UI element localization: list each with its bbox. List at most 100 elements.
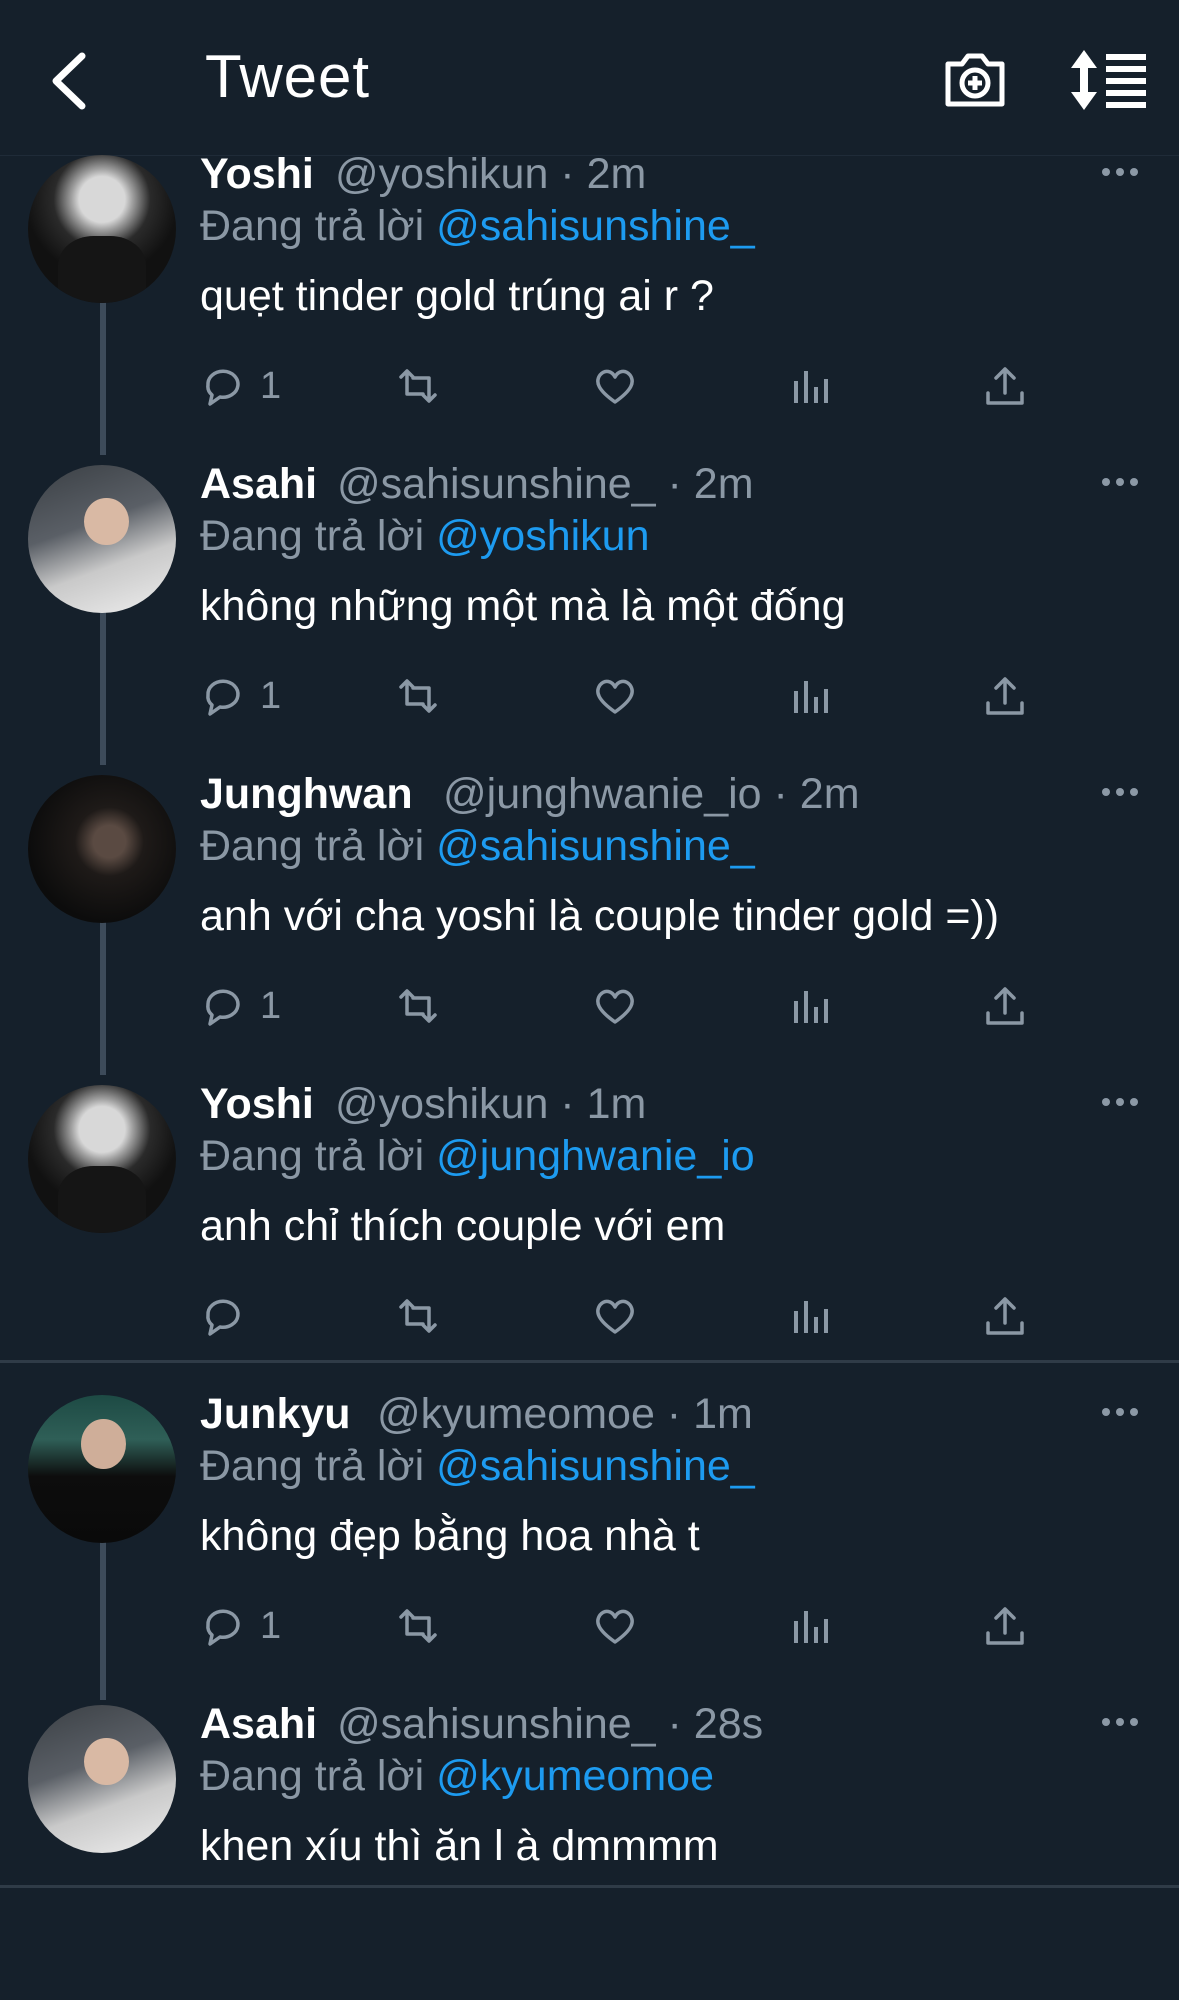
reply-button[interactable]: 1 [200, 978, 281, 1034]
views-icon [794, 1301, 828, 1333]
share-icon [986, 987, 1024, 1025]
reply-prefix: Đang trả lời [200, 1442, 437, 1490]
mention-link[interactable]: @junghwanie_io [436, 1132, 755, 1180]
share-button[interactable] [982, 668, 1028, 724]
handle-time: @kyumeomoe · 1m [377, 1390, 753, 1438]
like-button[interactable] [592, 1598, 638, 1654]
reply-button[interactable]: 1 [200, 668, 281, 724]
share-button[interactable] [982, 1288, 1028, 1344]
tweet[interactable]: Asahi @sahisunshine_ · 2m Đang trả lời @… [0, 450, 1179, 760]
reply-prefix: Đang trả lời [200, 202, 437, 250]
retweet-icon [399, 1609, 437, 1643]
retweet-button[interactable] [395, 978, 441, 1034]
heart-icon [596, 369, 634, 404]
avatar[interactable] [28, 465, 176, 613]
reply-prefix: Đang trả lời [200, 1752, 437, 1800]
more-icon[interactable] [1100, 1404, 1140, 1420]
display-name[interactable]: Asahi [200, 460, 317, 509]
retweet-button[interactable] [395, 1598, 441, 1654]
like-button[interactable] [592, 668, 638, 724]
replying-to: Đang trả lời @yoshikun [200, 512, 650, 561]
retweet-button[interactable] [395, 358, 441, 414]
views-icon [794, 681, 828, 713]
mention-link[interactable]: @sahisunshine_ [436, 202, 755, 250]
views-button[interactable] [788, 668, 834, 724]
display-name[interactable]: Yoshi [200, 150, 314, 199]
share-button[interactable] [982, 358, 1028, 414]
tweet[interactable]: Junghwan @junghwanie_io · 2m Đang trả lờ… [0, 760, 1179, 1070]
reply-button[interactable] [200, 1288, 260, 1344]
avatar[interactable] [28, 1395, 176, 1543]
mention-link[interactable]: @sahisunshine_ [436, 1442, 755, 1490]
reply-icon [206, 989, 240, 1026]
tweet-text: quẹt tinder gold trúng ai r ? [200, 272, 714, 320]
replying-to: Đang trả lời @kyumeomoe [200, 1752, 714, 1801]
handle-time: @junghwanie_io · 2m [443, 770, 860, 818]
reply-icon [206, 369, 240, 406]
share-icon [986, 1297, 1024, 1335]
avatar[interactable] [28, 155, 176, 303]
mention-link[interactable]: @sahisunshine_ [436, 822, 755, 870]
like-button[interactable] [592, 1288, 638, 1344]
like-button[interactable] [592, 358, 638, 414]
top-bar: Tweet [0, 0, 1179, 156]
tweet[interactable]: Asahi @sahisunshine_ · 28s Đang trả lời … [0, 1690, 1179, 2000]
handle-time: @sahisunshine_ · 2m [337, 460, 754, 508]
sort-button[interactable] [1070, 48, 1150, 112]
views-icon [794, 991, 828, 1023]
tweet-actions [200, 1288, 1050, 1344]
tweet-text: anh với cha yoshi là couple tinder gold … [200, 892, 1000, 940]
views-icon [794, 1611, 828, 1643]
avatar[interactable] [28, 1085, 176, 1233]
retweet-button[interactable] [395, 1288, 441, 1344]
retweet-icon [399, 989, 437, 1023]
more-icon[interactable] [1100, 1714, 1140, 1730]
like-button[interactable] [592, 978, 638, 1034]
camera-add-icon [945, 53, 1005, 107]
tweet[interactable]: Yoshi @yoshikun · 1m Đang trả lời @jungh… [0, 1070, 1179, 1380]
page-title: Tweet [205, 43, 371, 110]
sort-icon [1071, 50, 1146, 110]
handle-time: @yoshikun · 1m [335, 1080, 647, 1128]
reply-count: 1 [260, 674, 282, 717]
views-button[interactable] [788, 358, 834, 414]
reply-button[interactable]: 1 [200, 358, 281, 414]
mention-link[interactable]: @kyumeomoe [436, 1752, 714, 1800]
retweet-button[interactable] [395, 668, 441, 724]
display-name[interactable]: Asahi [200, 1700, 317, 1749]
reply-prefix: Đang trả lời [200, 512, 437, 560]
display-name[interactable]: Yoshi [200, 1080, 314, 1129]
reply-prefix: Đang trả lời [200, 822, 437, 870]
display-name[interactable]: Junghwan [200, 770, 413, 819]
avatar[interactable] [28, 775, 176, 923]
reply-count: 1 [260, 984, 282, 1027]
share-button[interactable] [982, 1598, 1028, 1654]
more-icon[interactable] [1100, 784, 1140, 800]
views-button[interactable] [788, 978, 834, 1034]
more-icon[interactable] [1100, 1094, 1140, 1110]
replying-to: Đang trả lời @sahisunshine_ [200, 202, 755, 251]
camera-button[interactable] [940, 44, 1010, 114]
retweet-icon [399, 679, 437, 713]
mention-link[interactable]: @yoshikun [436, 512, 649, 560]
tweet[interactable]: Yoshi @yoshikun · 2m Đang trả lời @sahis… [0, 140, 1179, 450]
heart-icon [596, 1299, 634, 1334]
chevron-left-icon [52, 52, 86, 110]
reply-button[interactable]: 1 [200, 1598, 281, 1654]
avatar[interactable] [28, 1705, 176, 1853]
replying-to: Đang trả lời @sahisunshine_ [200, 1442, 755, 1491]
more-icon[interactable] [1100, 164, 1140, 180]
tweet-actions: 1 [200, 978, 1050, 1034]
reply-count: 1 [260, 364, 282, 407]
display-name[interactable]: Junkyu [200, 1390, 351, 1439]
heart-icon [596, 989, 634, 1024]
reply-icon [206, 1299, 240, 1336]
share-button[interactable] [982, 978, 1028, 1034]
back-button[interactable] [40, 46, 110, 116]
tweet[interactable]: Junkyu @kyumeomoe · 1m Đang trả lời @sah… [0, 1380, 1179, 1690]
tweet-text: anh chỉ thích couple với em [200, 1202, 726, 1250]
views-button[interactable] [788, 1288, 834, 1344]
views-button[interactable] [788, 1598, 834, 1654]
more-icon[interactable] [1100, 474, 1140, 490]
heart-icon [596, 1609, 634, 1644]
